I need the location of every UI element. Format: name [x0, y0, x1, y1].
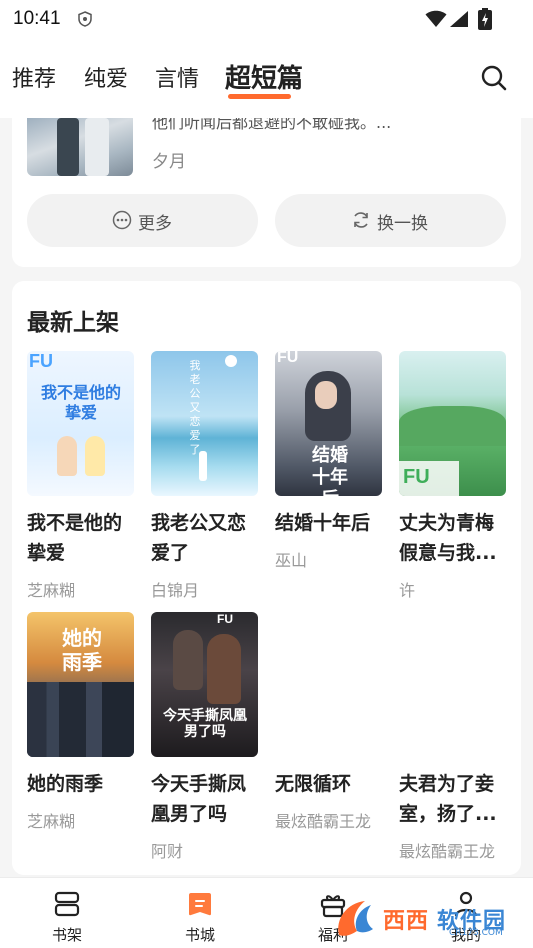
watermark-url: CR173.COM — [449, 928, 503, 938]
book-author: 白锦月 — [151, 581, 200, 600]
book-title: 无限循环 — [275, 773, 352, 795]
signal-icon — [450, 11, 468, 27]
search-icon[interactable] — [480, 64, 508, 92]
tab-boys-love[interactable]: 纯爱 — [84, 61, 128, 93]
more-button[interactable]: 更多 — [27, 194, 258, 247]
top-tab-bar: 推荐 纯爱 言情 超短篇 — [0, 38, 533, 118]
active-tab-indicator — [228, 94, 291, 99]
book-cover: FU — [399, 351, 506, 496]
featured-author: 夕月 — [152, 152, 186, 172]
bookshelf-icon — [54, 891, 80, 917]
cover-title: 今天手撕凤凰男了吗 — [163, 708, 247, 740]
nav-label: 书架 — [51, 926, 82, 944]
book-author: 最炫酷霸王龙 — [275, 812, 372, 831]
shield-icon — [78, 11, 92, 27]
bookstore-icon — [189, 893, 211, 916]
cover-brand: FU — [403, 466, 430, 488]
nav-bookstore[interactable]: 书城 — [160, 878, 240, 948]
book-title: 她的雨季 — [27, 773, 104, 795]
new-arrivals-section: 最新上架 FU 我不是他的挚爱 我不是他的挚爱 芝麻糊 我老公又恋爱了 我老公又… — [12, 281, 521, 875]
refresh-button[interactable]: 换一换 — [275, 194, 506, 247]
book-item[interactable]: 我老公又恋爱了 我老公又恋爱了 白锦月 — [151, 351, 259, 600]
more-button-label: 更多 — [138, 214, 172, 234]
nav-label: 书城 — [184, 926, 215, 944]
cover-title: 我老公又恋爱了 — [189, 359, 201, 456]
book-cover: 她的雨季 — [27, 612, 134, 757]
nav-bookshelf[interactable]: 书架 — [27, 878, 107, 948]
book-author: 许 — [399, 581, 416, 600]
cover-title: 她的雨季 — [62, 626, 102, 674]
watermark: 西西 软件园 CR173.COM — [333, 895, 517, 943]
status-time: 10:41 — [13, 8, 61, 29]
cover-title: 结婚十年后 — [312, 445, 348, 496]
wifi-icon — [425, 10, 447, 27]
book-title: 丈夫为青梅假意与我... — [399, 512, 497, 564]
watermark-text: 西西 — [383, 909, 430, 934]
cover-brand: FU — [29, 351, 53, 371]
book-item[interactable]: 她的雨季 她的雨季 芝麻糊 — [27, 612, 135, 831]
book-title: 我老公又恋爱了 — [151, 512, 247, 564]
more-dots-icon — [112, 210, 132, 230]
book-item[interactable]: FU 丈夫为青梅假意与我... 许 — [399, 351, 507, 600]
book-cover: FU 结婚十年后 — [275, 351, 382, 496]
section-title: 最新上架 — [27, 310, 119, 336]
book-cover: 我老公又恋爱了 — [151, 351, 258, 496]
book-item[interactable]: FU 今天手撕凤凰男了吗 今天手撕凤凰男了吗 阿财 — [151, 612, 259, 861]
tab-romance[interactable]: 言情 — [155, 61, 199, 93]
book-author: 阿财 — [151, 842, 184, 861]
book-item[interactable]: FU 结婚十年后 结婚十年后 巫山 — [275, 351, 383, 570]
tab-short-stories[interactable]: 超短篇 — [225, 58, 303, 95]
book-author: 最炫酷霸王龙 — [399, 842, 496, 861]
book-item[interactable]: FU 我不是他的挚爱 我不是他的挚爱 芝麻糊 — [27, 351, 135, 600]
book-title: 夫君为了妾室，扬了... — [399, 773, 497, 825]
battery-icon — [478, 8, 492, 30]
refresh-button-label: 换一换 — [377, 214, 428, 234]
book-cover: FU 今天手撕凤凰男了吗 — [151, 612, 258, 757]
refresh-icon — [354, 212, 368, 228]
book-title: 今天手撕凤凰男了吗 — [151, 773, 247, 825]
cover-title: 我不是他的挚爱 — [41, 383, 122, 422]
book-title: 结婚十年后 — [275, 512, 371, 534]
featured-card: 他们听闻后都退避的不敢碰我。... 夕月 更多 换一换 — [12, 118, 521, 267]
featured-description: 他们听闻后都退避的不敢碰我。... — [152, 118, 392, 130]
cover-brand: FU — [217, 612, 233, 626]
cover-brand: FU — [277, 351, 299, 366]
tab-recommend[interactable]: 推荐 — [12, 61, 56, 93]
book-author: 巫山 — [275, 551, 308, 570]
featured-cover[interactable] — [27, 118, 133, 176]
watermark-logo-icon — [338, 901, 373, 936]
book-author: 芝麻糊 — [27, 812, 76, 831]
book-title: 我不是他的挚爱 — [27, 512, 123, 564]
book-cover: FU 我不是他的挚爱 — [27, 351, 134, 496]
status-bar: 10:41 — [0, 0, 533, 38]
book-author: 芝麻糊 — [27, 581, 76, 600]
